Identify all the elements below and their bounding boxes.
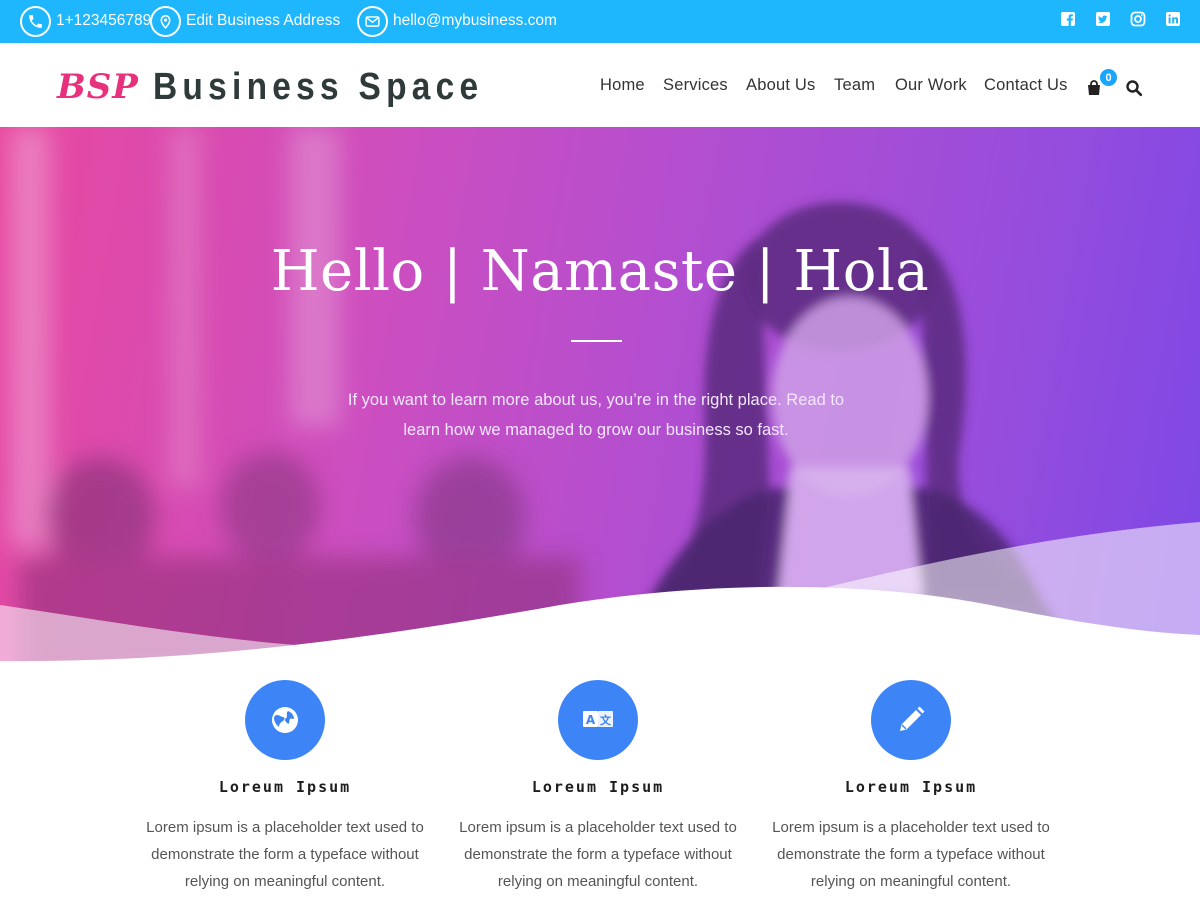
feature-text: Lorem ipsum is a placeholder text used t…	[146, 819, 424, 890]
svg-text:文: 文	[600, 713, 612, 727]
feature-title: Loreum Ipsum	[844, 778, 978, 796]
feature-title: Loreum Ipsum	[218, 778, 352, 796]
globe-icon	[245, 680, 325, 760]
translate-icon: A文	[558, 680, 638, 760]
pencil-icon	[871, 680, 951, 760]
phone-icon	[20, 5, 51, 37]
nav-about-us[interactable]: About Us	[746, 76, 815, 95]
feature-title: Loreum Ipsum	[531, 778, 665, 796]
feature-text: Lorem ipsum is a placeholder text used t…	[772, 819, 1050, 890]
site-logo[interactable]: BSP Business Space	[57, 65, 528, 109]
twitter-icon[interactable]	[1095, 11, 1111, 27]
top-contact-bar: 1+123456789 Edit Business Address hello@…	[0, 0, 1200, 43]
address-text: Edit Business Address	[186, 12, 341, 29]
nav-services[interactable]: Services	[663, 76, 728, 95]
hero-section: Hello | Namaste | Hola If you want to le…	[0, 127, 1200, 675]
logo-text: Business Space	[152, 65, 484, 108]
phone-text: 1+123456789	[56, 12, 152, 29]
svg-text:A: A	[586, 713, 596, 727]
feature-text: Lorem ipsum is a placeholder text used t…	[459, 819, 737, 890]
nav-contact-us[interactable]: Contact Us	[984, 76, 1068, 95]
nav-team[interactable]: Team	[834, 76, 875, 95]
linkedin-icon[interactable]	[1165, 11, 1181, 27]
nav-home[interactable]: Home	[600, 76, 645, 95]
email-text: hello@mybusiness.com	[393, 12, 557, 29]
feature-card-1: Loreum Ipsum Lorem ipsum is a placeholde…	[135, 680, 435, 895]
instagram-icon[interactable]	[1130, 11, 1146, 27]
envelope-icon	[357, 5, 388, 37]
location-pin-icon	[150, 5, 181, 37]
nav-our-work[interactable]: Our Work	[895, 76, 967, 95]
hero-wave-divider	[0, 522, 1200, 675]
facebook-icon[interactable]	[1060, 11, 1076, 27]
site-header: BSP Business Space Home Services About U…	[0, 43, 1200, 127]
email-link[interactable]: hello@mybusiness.com	[357, 4, 557, 38]
logo-mark: BSP	[57, 67, 139, 107]
address-link[interactable]: Edit Business Address	[150, 4, 340, 38]
phone-link[interactable]: 1+123456789	[20, 4, 151, 38]
cart-count-badge: 0	[1100, 69, 1117, 86]
feature-card-2: A文 Loreum Ipsum Lorem ipsum is a placeho…	[448, 680, 748, 895]
search-icon[interactable]	[1125, 79, 1143, 97]
feature-card-3: Loreum Ipsum Lorem ipsum is a placeholde…	[761, 680, 1061, 895]
